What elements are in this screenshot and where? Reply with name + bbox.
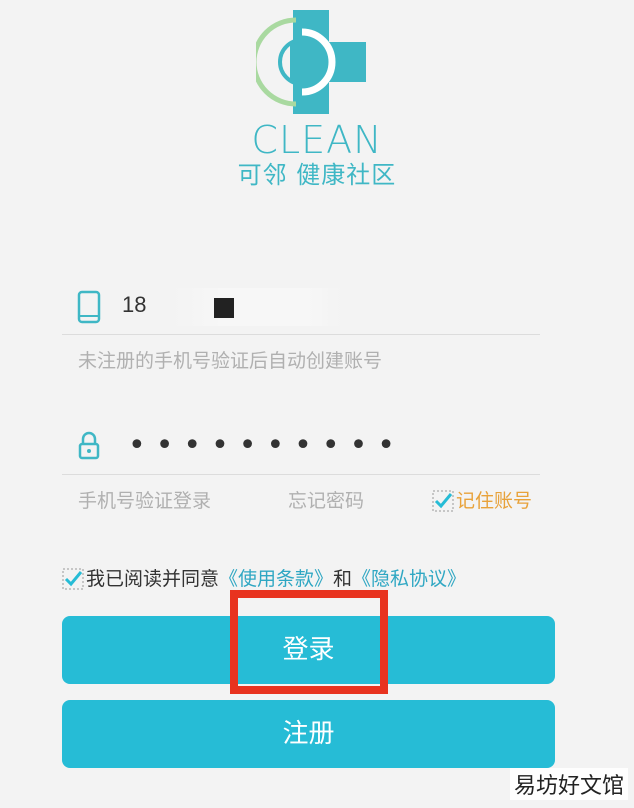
- brand-logo: CLEAN 可邻 健康社区: [0, 0, 634, 200]
- password-input-value[interactable]: ••••••••••: [128, 428, 405, 463]
- phone-input-value[interactable]: 18: [122, 292, 146, 318]
- medical-cross-logo-icon: [256, 10, 366, 114]
- agreement-and: 和: [333, 568, 353, 590]
- redaction-block: [214, 298, 234, 318]
- privacy-link[interactable]: 《隐私协议》: [352, 564, 466, 594]
- forgot-password-link[interactable]: 忘记密码: [288, 486, 364, 516]
- agreement-prefix: 我已阅读并同意: [86, 568, 220, 590]
- password-field[interactable]: ••••••••••: [62, 420, 540, 475]
- terms-link[interactable]: 《使用条款》: [219, 564, 333, 594]
- register-button[interactable]: 注册: [62, 700, 555, 768]
- lock-icon: [78, 431, 100, 460]
- remember-account-checkbox[interactable]: 记住账号: [432, 486, 532, 516]
- agreement-checkbox[interactable]: [62, 568, 84, 590]
- remember-label: 记住账号: [456, 490, 533, 512]
- phone-field[interactable]: 18: [62, 282, 540, 335]
- sms-login-link[interactable]: 手机号验证登录: [78, 486, 211, 516]
- phone-hint: 未注册的手机号验证后自动创建账号: [78, 350, 383, 372]
- redaction-blur: [172, 288, 342, 326]
- phone-icon: [77, 290, 101, 324]
- brand-subtitle: 可邻 健康社区: [237, 161, 397, 189]
- watermark: 易坊好文馆: [509, 768, 628, 800]
- login-button[interactable]: 登录: [62, 616, 555, 684]
- agreement-row: 我已阅读并同意 《使用条款》 和 《隐私协议》: [62, 564, 466, 594]
- checkmark-icon: [432, 490, 454, 512]
- brand-wordmark: CLEAN: [251, 118, 383, 162]
